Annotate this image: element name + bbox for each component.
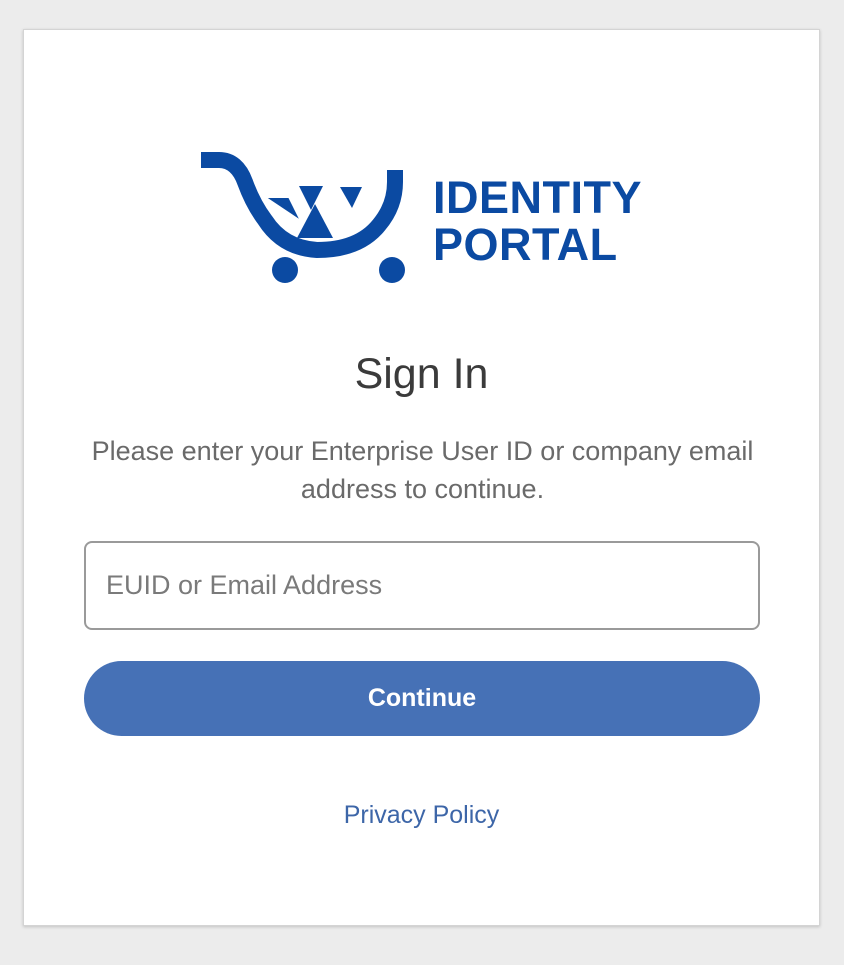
continue-button[interactable]: Continue	[84, 661, 760, 736]
brand-line-1: IDENTITY	[433, 172, 643, 223]
brand-wordmark: IDENTITY PORTAL	[433, 174, 642, 268]
brand-line-2: PORTAL	[433, 219, 618, 270]
signin-instructions: Please enter your Enterprise User ID or …	[91, 436, 754, 504]
signin-card: IDENTITY PORTAL Sign In Please enter you…	[23, 29, 820, 926]
username-field-container	[84, 541, 760, 630]
shopping-cart-icon	[201, 152, 405, 283]
page-title: Sign In	[354, 350, 489, 398]
username-input[interactable]	[86, 543, 758, 628]
privacy-policy-link[interactable]: Privacy Policy	[24, 797, 819, 833]
